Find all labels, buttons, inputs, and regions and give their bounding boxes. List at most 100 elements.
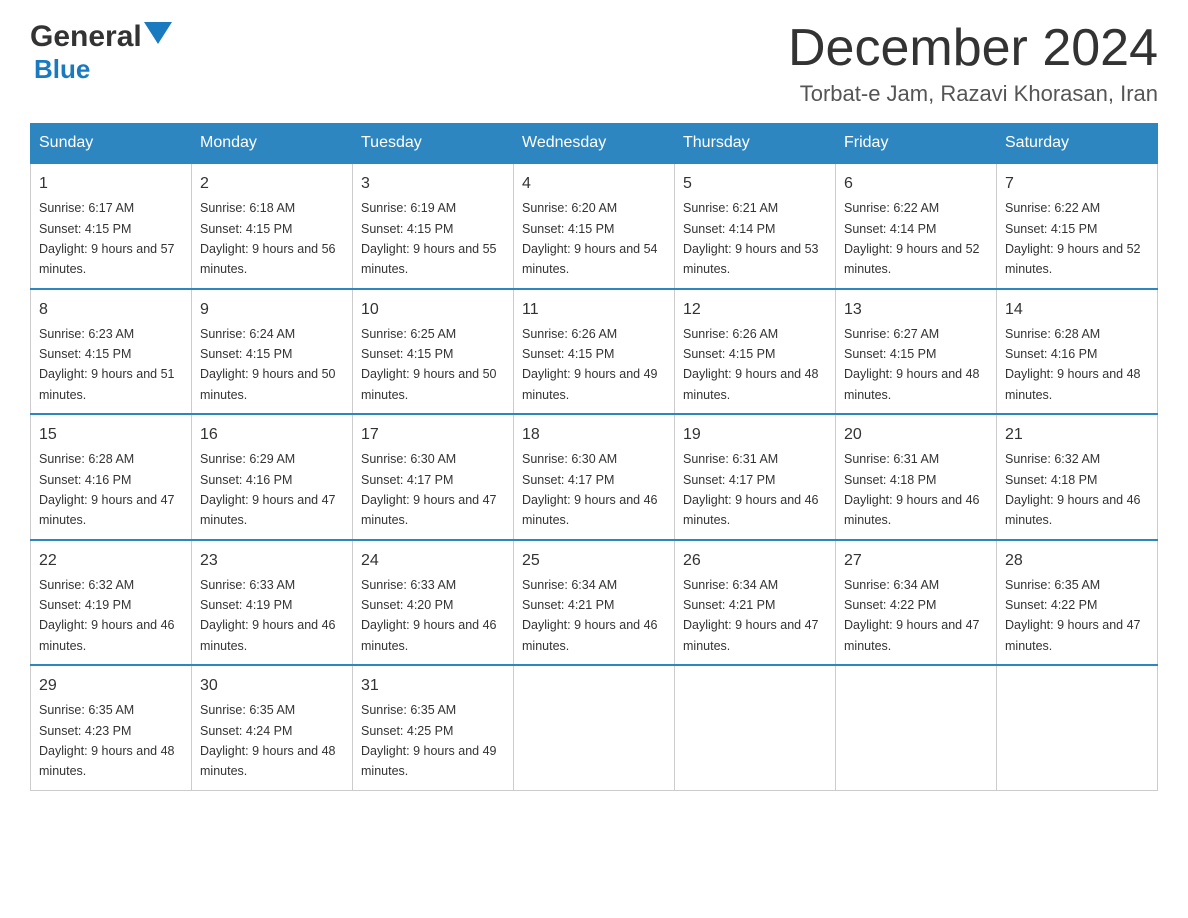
day-info: Sunrise: 6:23 AMSunset: 4:15 PMDaylight:… (39, 327, 175, 402)
day-number: 11 (522, 298, 666, 322)
day-number: 10 (361, 298, 505, 322)
calendar-cell: 12 Sunrise: 6:26 AMSunset: 4:15 PMDaylig… (675, 289, 836, 415)
calendar-cell: 10 Sunrise: 6:25 AMSunset: 4:15 PMDaylig… (353, 289, 514, 415)
page-header: General Blue December 2024 Torbat-e Jam,… (30, 20, 1158, 107)
col-friday: Friday (836, 124, 997, 164)
day-info: Sunrise: 6:34 AMSunset: 4:21 PMDaylight:… (522, 578, 658, 653)
day-info: Sunrise: 6:26 AMSunset: 4:15 PMDaylight:… (683, 327, 819, 402)
day-number: 18 (522, 423, 666, 447)
day-info: Sunrise: 6:30 AMSunset: 4:17 PMDaylight:… (522, 452, 658, 527)
logo: General Blue (30, 20, 172, 85)
calendar-cell: 15 Sunrise: 6:28 AMSunset: 4:16 PMDaylig… (31, 414, 192, 540)
day-info: Sunrise: 6:22 AMSunset: 4:15 PMDaylight:… (1005, 201, 1141, 276)
calendar-cell: 4 Sunrise: 6:20 AMSunset: 4:15 PMDayligh… (514, 163, 675, 289)
day-info: Sunrise: 6:20 AMSunset: 4:15 PMDaylight:… (522, 201, 658, 276)
day-number: 26 (683, 549, 827, 573)
logo-general-text: General (30, 20, 142, 54)
day-number: 5 (683, 172, 827, 196)
day-info: Sunrise: 6:34 AMSunset: 4:21 PMDaylight:… (683, 578, 819, 653)
day-number: 8 (39, 298, 183, 322)
calendar-cell: 11 Sunrise: 6:26 AMSunset: 4:15 PMDaylig… (514, 289, 675, 415)
day-info: Sunrise: 6:29 AMSunset: 4:16 PMDaylight:… (200, 452, 336, 527)
logo-blue-text: Blue (34, 54, 90, 84)
day-info: Sunrise: 6:25 AMSunset: 4:15 PMDaylight:… (361, 327, 497, 402)
day-number: 16 (200, 423, 344, 447)
calendar-cell: 21 Sunrise: 6:32 AMSunset: 4:18 PMDaylig… (997, 414, 1158, 540)
calendar-week-row: 22 Sunrise: 6:32 AMSunset: 4:19 PMDaylig… (31, 540, 1158, 666)
day-number: 30 (200, 674, 344, 698)
day-info: Sunrise: 6:32 AMSunset: 4:19 PMDaylight:… (39, 578, 175, 653)
day-info: Sunrise: 6:32 AMSunset: 4:18 PMDaylight:… (1005, 452, 1141, 527)
logo-triangle-icon (144, 22, 172, 50)
day-info: Sunrise: 6:24 AMSunset: 4:15 PMDaylight:… (200, 327, 336, 402)
calendar-cell: 3 Sunrise: 6:19 AMSunset: 4:15 PMDayligh… (353, 163, 514, 289)
day-info: Sunrise: 6:28 AMSunset: 4:16 PMDaylight:… (39, 452, 175, 527)
calendar-cell: 1 Sunrise: 6:17 AMSunset: 4:15 PMDayligh… (31, 163, 192, 289)
calendar-cell: 18 Sunrise: 6:30 AMSunset: 4:17 PMDaylig… (514, 414, 675, 540)
day-info: Sunrise: 6:35 AMSunset: 4:23 PMDaylight:… (39, 703, 175, 778)
col-thursday: Thursday (675, 124, 836, 164)
calendar-header-row: Sunday Monday Tuesday Wednesday Thursday… (31, 124, 1158, 164)
calendar-cell: 25 Sunrise: 6:34 AMSunset: 4:21 PMDaylig… (514, 540, 675, 666)
col-monday: Monday (192, 124, 353, 164)
calendar-table: Sunday Monday Tuesday Wednesday Thursday… (30, 123, 1158, 791)
calendar-cell: 30 Sunrise: 6:35 AMSunset: 4:24 PMDaylig… (192, 665, 353, 790)
day-info: Sunrise: 6:30 AMSunset: 4:17 PMDaylight:… (361, 452, 497, 527)
day-info: Sunrise: 6:19 AMSunset: 4:15 PMDaylight:… (361, 201, 497, 276)
calendar-cell: 31 Sunrise: 6:35 AMSunset: 4:25 PMDaylig… (353, 665, 514, 790)
day-number: 27 (844, 549, 988, 573)
calendar-cell: 22 Sunrise: 6:32 AMSunset: 4:19 PMDaylig… (31, 540, 192, 666)
day-info: Sunrise: 6:27 AMSunset: 4:15 PMDaylight:… (844, 327, 980, 402)
calendar-cell: 2 Sunrise: 6:18 AMSunset: 4:15 PMDayligh… (192, 163, 353, 289)
title-area: December 2024 Torbat-e Jam, Razavi Khora… (788, 20, 1158, 107)
day-number: 7 (1005, 172, 1149, 196)
calendar-cell: 27 Sunrise: 6:34 AMSunset: 4:22 PMDaylig… (836, 540, 997, 666)
day-number: 25 (522, 549, 666, 573)
calendar-week-row: 1 Sunrise: 6:17 AMSunset: 4:15 PMDayligh… (31, 163, 1158, 289)
day-number: 6 (844, 172, 988, 196)
day-number: 1 (39, 172, 183, 196)
calendar-cell: 23 Sunrise: 6:33 AMSunset: 4:19 PMDaylig… (192, 540, 353, 666)
col-wednesday: Wednesday (514, 124, 675, 164)
calendar-cell (836, 665, 997, 790)
day-info: Sunrise: 6:35 AMSunset: 4:22 PMDaylight:… (1005, 578, 1141, 653)
calendar-cell: 14 Sunrise: 6:28 AMSunset: 4:16 PMDaylig… (997, 289, 1158, 415)
day-info: Sunrise: 6:21 AMSunset: 4:14 PMDaylight:… (683, 201, 819, 276)
day-number: 12 (683, 298, 827, 322)
month-title: December 2024 (788, 20, 1158, 77)
day-number: 13 (844, 298, 988, 322)
calendar-cell: 19 Sunrise: 6:31 AMSunset: 4:17 PMDaylig… (675, 414, 836, 540)
calendar-cell: 26 Sunrise: 6:34 AMSunset: 4:21 PMDaylig… (675, 540, 836, 666)
day-number: 14 (1005, 298, 1149, 322)
day-info: Sunrise: 6:35 AMSunset: 4:25 PMDaylight:… (361, 703, 497, 778)
col-sunday: Sunday (31, 124, 192, 164)
day-number: 22 (39, 549, 183, 573)
calendar-cell: 16 Sunrise: 6:29 AMSunset: 4:16 PMDaylig… (192, 414, 353, 540)
day-number: 9 (200, 298, 344, 322)
calendar-cell: 28 Sunrise: 6:35 AMSunset: 4:22 PMDaylig… (997, 540, 1158, 666)
day-info: Sunrise: 6:33 AMSunset: 4:19 PMDaylight:… (200, 578, 336, 653)
calendar-cell (997, 665, 1158, 790)
day-number: 15 (39, 423, 183, 447)
calendar-week-row: 8 Sunrise: 6:23 AMSunset: 4:15 PMDayligh… (31, 289, 1158, 415)
calendar-cell: 20 Sunrise: 6:31 AMSunset: 4:18 PMDaylig… (836, 414, 997, 540)
day-info: Sunrise: 6:34 AMSunset: 4:22 PMDaylight:… (844, 578, 980, 653)
day-info: Sunrise: 6:33 AMSunset: 4:20 PMDaylight:… (361, 578, 497, 653)
day-number: 20 (844, 423, 988, 447)
day-info: Sunrise: 6:17 AMSunset: 4:15 PMDaylight:… (39, 201, 175, 276)
calendar-week-row: 29 Sunrise: 6:35 AMSunset: 4:23 PMDaylig… (31, 665, 1158, 790)
col-saturday: Saturday (997, 124, 1158, 164)
location-subtitle: Torbat-e Jam, Razavi Khorasan, Iran (788, 81, 1158, 107)
calendar-cell: 7 Sunrise: 6:22 AMSunset: 4:15 PMDayligh… (997, 163, 1158, 289)
calendar-cell: 5 Sunrise: 6:21 AMSunset: 4:14 PMDayligh… (675, 163, 836, 289)
calendar-cell: 6 Sunrise: 6:22 AMSunset: 4:14 PMDayligh… (836, 163, 997, 289)
day-info: Sunrise: 6:31 AMSunset: 4:17 PMDaylight:… (683, 452, 819, 527)
day-info: Sunrise: 6:31 AMSunset: 4:18 PMDaylight:… (844, 452, 980, 527)
day-info: Sunrise: 6:28 AMSunset: 4:16 PMDaylight:… (1005, 327, 1141, 402)
calendar-cell: 9 Sunrise: 6:24 AMSunset: 4:15 PMDayligh… (192, 289, 353, 415)
day-number: 2 (200, 172, 344, 196)
day-number: 23 (200, 549, 344, 573)
day-number: 29 (39, 674, 183, 698)
day-number: 4 (522, 172, 666, 196)
day-info: Sunrise: 6:26 AMSunset: 4:15 PMDaylight:… (522, 327, 658, 402)
